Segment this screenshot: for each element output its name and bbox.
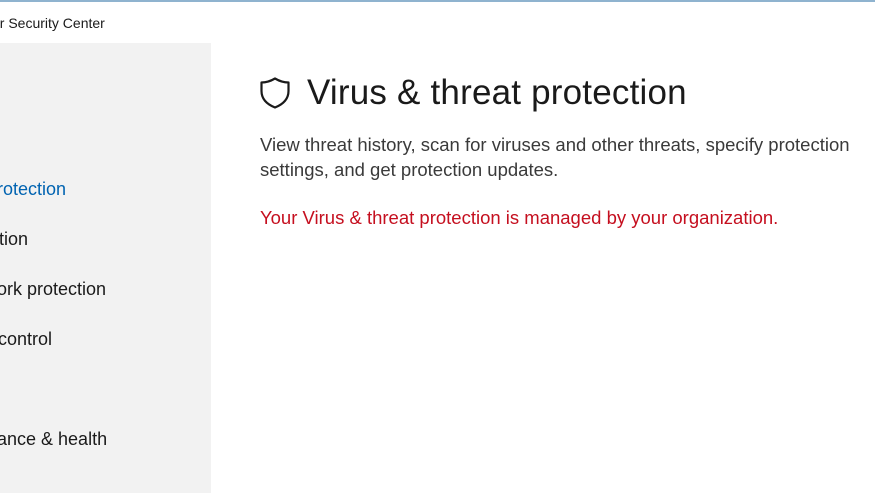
page-title: Virus & threat protection bbox=[307, 73, 687, 112]
sidebar-item-label: control bbox=[0, 329, 53, 349]
sidebar-item-label: rotection bbox=[0, 179, 67, 199]
sidebar-item-device-performance-health[interactable]: ance & health bbox=[0, 427, 107, 451]
sidebar-item-label: ance & health bbox=[0, 429, 108, 449]
sidebar-item-firewall-network-protection[interactable]: ork protection bbox=[0, 277, 106, 301]
app-window: er Security Center rotection tion ork pr… bbox=[0, 0, 875, 493]
sidebar: rotection tion ork protection control an… bbox=[0, 43, 211, 493]
sidebar-item-label: ork protection bbox=[0, 279, 107, 299]
sidebar-item-label: tion bbox=[0, 229, 29, 249]
main-content: Virus & threat protection View threat hi… bbox=[211, 43, 875, 493]
title-bar[interactable]: er Security Center bbox=[0, 2, 875, 43]
sidebar-item-account-protection[interactable]: tion bbox=[0, 227, 28, 251]
managed-by-organization-notice: Your Virus & threat protection is manage… bbox=[260, 207, 779, 228]
sidebar-item-virus-threat-protection[interactable]: rotection bbox=[0, 177, 66, 201]
page-header: Virus & threat protection bbox=[259, 73, 687, 113]
page-description: View threat history, scan for viruses an… bbox=[260, 134, 850, 180]
shield-icon bbox=[259, 76, 291, 110]
sidebar-item-app-browser-control[interactable]: control bbox=[0, 327, 52, 351]
window-title: er Security Center bbox=[0, 15, 105, 31]
